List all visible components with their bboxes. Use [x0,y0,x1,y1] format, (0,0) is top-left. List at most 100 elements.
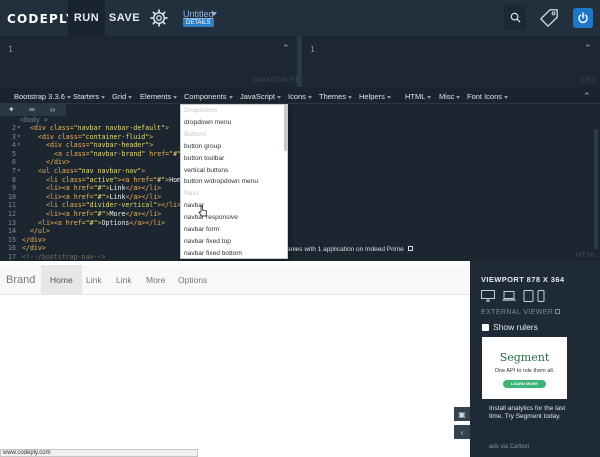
menu-icons[interactable]: Icons [288,92,312,101]
code-token: <li><a href= [46,184,94,193]
menu-components[interactable]: Components [184,92,233,101]
show-rulers-toggle[interactable]: Show rulers [482,322,538,332]
preview-navbar: Brand Home Link Link More Options [0,265,470,295]
html-editor[interactable]: ✦ ∞ ‹› <body > 2 ▾ <div class="navbar navb… [0,104,600,261]
learn-more-button[interactable]: LEARN MORE [503,380,546,388]
wand-icon[interactable]: ✦ [8,105,15,114]
chevron-down-icon[interactable] [211,12,217,16]
ads-via-carbon[interactable]: ads via Carbon [489,444,529,450]
search-icon [510,12,521,23]
dropdown-item[interactable]: navbar responsive [181,212,287,224]
menu-label: JavaScript [240,92,276,101]
code-text: </div> [46,158,70,167]
line-number: 4 [12,141,16,150]
code-token: href= [145,149,170,158]
chevron-down-icon [228,95,233,99]
dropdown-item[interactable]: button toolbar [181,153,287,165]
tag-icon[interactable] [538,8,560,28]
chevron-down-icon [128,95,133,99]
carbon-ad-image[interactable]: Segment One API to rule them all. LEARN … [482,337,567,399]
tablet-icon[interactable] [523,290,534,302]
dropdown-item[interactable]: navbar form [181,224,287,236]
dropdown-item[interactable]: vertical buttons [181,165,287,177]
dropdown-item[interactable]: navbar fixed bottom [181,248,287,258]
search-button[interactable] [504,5,526,30]
menu-bootstrap-version[interactable]: Bootstrap 3.3.6 [14,92,71,101]
save-button[interactable]: SAVE [106,0,143,36]
code-token: <!--/bootstrap-nav--> [22,252,106,261]
menu-label: Starters [73,92,100,101]
menu-grid[interactable]: Grid [112,92,133,101]
collapse-icon[interactable]: ⌃ [584,43,592,54]
collapse-panel-button[interactable]: ‹ [454,425,470,439]
menu-starters[interactable]: Starters [73,92,106,101]
menu-label: Misc [439,92,455,101]
viewport-size: VIEWPORT 878 X 364 [481,275,565,284]
fold-icon[interactable]: ▾ [17,141,21,150]
code-text: </div> [22,244,46,253]
menu-misc[interactable]: Misc [439,92,461,101]
code-token: More [109,209,126,218]
code-token: </a></li> [129,218,166,227]
preview-frame[interactable]: Brand Home Link Link More Options ▣ ‹ [0,261,470,457]
ad-description[interactable]: Install analytics for the last time. Try… [489,405,577,422]
dropdown-item[interactable]: navbar [181,200,287,212]
laptop-icon[interactable] [502,290,516,302]
menu-javascript[interactable]: JavaScript [240,92,282,101]
dropdown-item[interactable]: dropdown menu [181,117,287,129]
desktop-icon[interactable] [481,290,495,302]
dropdown-item[interactable]: button w/dropdown menu [181,176,287,188]
power-button[interactable] [573,8,593,28]
details-badge[interactable]: DETAILS [183,19,214,27]
menu-font-icons[interactable]: Font Icons [467,92,509,101]
menu-html[interactable]: HTML [405,92,432,101]
show-rulers-checkbox[interactable] [482,324,489,331]
fold-icon[interactable]: ▾ [17,124,21,133]
gear-icon[interactable] [150,9,168,27]
collapse-icon[interactable]: ⌃ [583,91,591,102]
menu-themes[interactable]: Themes [319,92,353,101]
line-number: 14 [8,227,16,236]
line-number: 1 [8,45,13,54]
code-token: </a></li> [125,209,162,218]
external-link-icon [555,309,561,314]
dropdown-item[interactable]: navbar fixed top [181,236,287,248]
chevron-down-icon [173,95,178,99]
line-number: 9 [12,184,16,193]
code-token: "navbar-brand" [89,149,146,158]
code-text: </div> [22,236,46,245]
code-icon[interactable]: ‹› [50,105,55,114]
editor-scrollbar[interactable] [594,129,598,249]
run-button[interactable]: RUN [68,0,105,36]
line-number: 11 [8,201,16,210]
segment-logo: Segment [499,351,550,364]
dropdown-item[interactable]: button group [181,141,287,153]
collapse-icon[interactable]: ⌃ [282,43,290,54]
external-window-button[interactable]: ▣ [454,407,470,421]
menu-elements[interactable]: Elements [140,92,178,101]
code-token: <li class= [46,175,86,184]
nav-link[interactable]: Link [77,265,111,295]
line-number: 10 [8,192,16,201]
code-token: </a></li> [125,192,162,201]
nav-options[interactable]: Options [169,265,216,295]
menu-helpers[interactable]: Helpers [359,92,391,101]
app-logo[interactable]: CODEPLY [7,12,76,26]
external-viewer-link[interactable]: EXTERNAL VIEWER [481,309,561,316]
phone-icon[interactable] [537,290,545,302]
fold-icon[interactable]: ▾ [17,133,21,142]
javascript-editor[interactable]: 1 ⌃ JAVASCRIPT [0,36,299,87]
browser-status-bar: www.codeply.com [0,449,198,457]
nav-home[interactable]: Home [41,265,82,295]
editor-ad-text[interactable]: anies with 1 application on Indeed Prime [287,246,413,253]
navbar-brand[interactable]: Brand [6,274,35,286]
snippet-menubar: Bootstrap 3.3.6 Starters Grid Elements C… [0,87,600,104]
project-title-link[interactable]: Untitled [183,9,214,19]
css-editor[interactable]: 1 ⌃ CSS [302,36,600,87]
nav-link[interactable]: Link [107,265,141,295]
code-text: <ul class="nav navbar-nav"> [38,167,145,176]
link-icon[interactable]: ∞ [29,105,35,114]
fold-icon[interactable]: ▾ [17,167,21,176]
code-token: "nav navbar-nav" [77,166,142,175]
code-text: <li class="divider-vertical"></li> [46,201,181,210]
